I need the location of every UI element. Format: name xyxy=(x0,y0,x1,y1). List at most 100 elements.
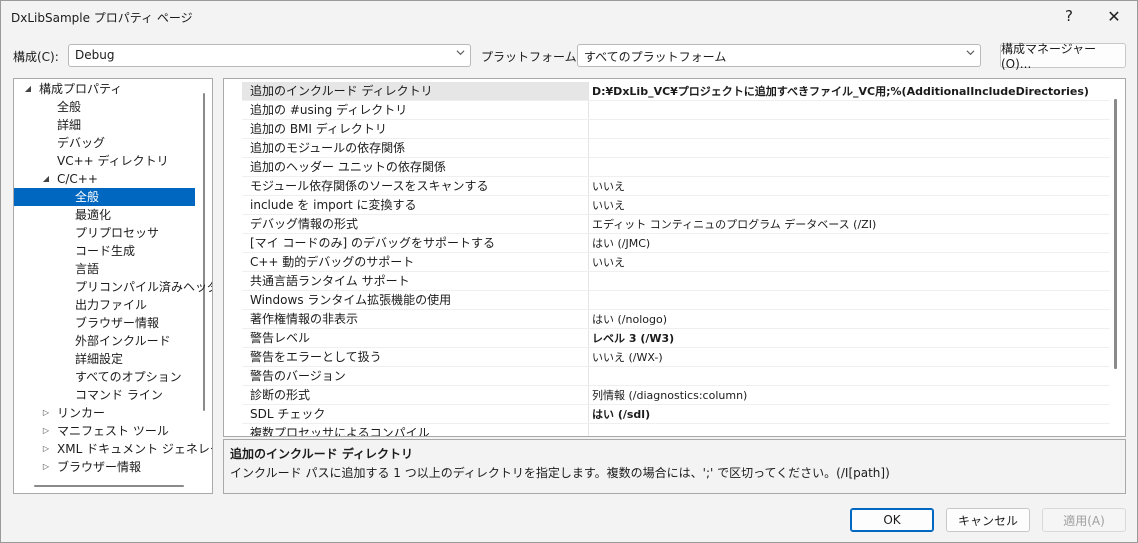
property-row[interactable]: デバッグ情報の形式 エディット コンティニュのプログラム データベース (/ZI) xyxy=(224,215,1110,234)
expand-icon[interactable]: ▷ xyxy=(41,440,51,458)
property-tree: ◢ 構成プロパティ 全般 詳細 デバッグ VC++ ディレクトリ ◢ C/C++ 全般 最適化 プリ… xyxy=(13,78,213,494)
apply-button[interactable]: 適用(A) xyxy=(1042,508,1126,532)
property-value[interactable]: はい (/sdl) xyxy=(588,405,1110,424)
tree-item-label: すべてのオプション xyxy=(75,370,182,384)
window-title: DxLibSample プロパティ ページ xyxy=(11,11,193,25)
tree-item[interactable]: ◢ C/C++ xyxy=(14,170,195,188)
property-name: 複数プロセッサによるコンパイル xyxy=(250,426,430,437)
tree-item[interactable]: ▷ ブラウザー情報 xyxy=(14,458,195,476)
property-row[interactable]: include を import に変換する いいえ xyxy=(224,196,1110,215)
tree-item[interactable]: プリコンパイル済みヘッダー xyxy=(14,278,212,296)
property-row[interactable]: [マイ コードのみ] のデバッグをサポートする はい (/JMC) xyxy=(224,234,1110,253)
property-value[interactable] xyxy=(588,291,1110,310)
tree-item-label: XML ドキュメント ジェネレーター xyxy=(57,442,212,456)
chevron-down-icon xyxy=(456,50,465,56)
property-row[interactable]: 警告のバージョン xyxy=(224,367,1110,386)
property-value[interactable] xyxy=(588,424,1110,436)
property-row[interactable]: 警告をエラーとして扱う いいえ (/WX-) xyxy=(224,348,1110,367)
property-name: SDL チェック xyxy=(250,407,326,421)
property-value[interactable]: いいえ xyxy=(588,177,1110,196)
property-value[interactable]: いいえ (/WX-) xyxy=(588,348,1110,367)
collapse-icon[interactable]: ◢ xyxy=(41,170,51,188)
property-row[interactable]: 追加のモジュールの依存関係 xyxy=(224,139,1110,158)
property-row[interactable]: 警告レベル レベル 3 (/W3) xyxy=(224,329,1110,348)
tree-vertical-scrollbar[interactable] xyxy=(203,93,205,411)
expand-icon[interactable]: ▷ xyxy=(41,422,51,440)
property-value[interactable]: はい (/JMC) xyxy=(588,234,1110,253)
property-value[interactable] xyxy=(588,101,1110,120)
tree-item[interactable]: 最適化 xyxy=(14,206,195,224)
property-row[interactable]: 追加の #using ディレクトリ xyxy=(224,101,1110,120)
property-name: 追加のインクルード ディレクトリ xyxy=(242,82,588,101)
tree-item[interactable]: ◢ 構成プロパティ xyxy=(14,80,195,98)
tree-item[interactable]: プリプロセッサ xyxy=(14,224,195,242)
tree-item[interactable]: ▷ マニフェスト ツール xyxy=(14,422,195,440)
property-value[interactable] xyxy=(588,139,1110,158)
property-name: 追加のヘッダー ユニットの依存関係 xyxy=(250,160,446,174)
property-value[interactable]: はい (/nologo) xyxy=(588,310,1110,329)
tree-item[interactable]: 全般 xyxy=(14,188,195,206)
grid-vertical-scrollbar[interactable] xyxy=(1114,99,1117,369)
help-button[interactable]: ? xyxy=(1046,1,1092,31)
cancel-button[interactable]: キャンセル xyxy=(946,508,1030,532)
property-value[interactable]: D:¥DxLib_VC¥プロジェクトに追加すべきファイル_VC用;%(Addit… xyxy=(588,82,1110,101)
property-value[interactable]: いいえ xyxy=(588,196,1110,215)
property-name: 追加のモジュールの依存関係 xyxy=(250,141,406,155)
property-row[interactable]: 追加のヘッダー ユニットの依存関係 xyxy=(224,158,1110,177)
configuration-manager-button[interactable]: 構成マネージャー(O)... xyxy=(1000,42,1126,71)
tree-item[interactable]: 詳細設定 xyxy=(14,350,195,368)
property-value[interactable]: レベル 3 (/W3) xyxy=(588,329,1110,348)
expand-icon[interactable]: ▷ xyxy=(41,458,51,476)
tree-item-label: リンカー xyxy=(57,406,106,420)
expand-icon[interactable]: ▷ xyxy=(41,404,51,422)
tree-item[interactable]: コード生成 xyxy=(14,242,195,260)
tree-item[interactable]: 外部インクルード xyxy=(14,332,195,350)
tree-item[interactable]: ▷ XML ドキュメント ジェネレーター xyxy=(14,440,212,458)
ok-button[interactable]: OK xyxy=(850,508,934,532)
property-value[interactable] xyxy=(588,367,1110,386)
property-row[interactable]: SDL チェック はい (/sdl) xyxy=(224,405,1110,424)
tree-item[interactable]: ▷ リンカー xyxy=(14,404,195,422)
property-row[interactable]: 著作権情報の非表示 はい (/nologo) xyxy=(224,310,1110,329)
tree-item-label: デバッグ xyxy=(57,136,106,150)
close-button[interactable]: ✕ xyxy=(1091,1,1137,31)
tree-item[interactable]: 詳細 xyxy=(14,116,195,134)
platform-combo[interactable]: すべてのプラットフォーム xyxy=(577,44,981,67)
tree-item[interactable]: すべてのオプション xyxy=(14,368,195,386)
tree-item[interactable]: ブラウザー情報 xyxy=(14,314,195,332)
chevron-down-icon xyxy=(966,50,975,56)
property-row[interactable]: 診断の形式 列情報 (/diagnostics:column) xyxy=(224,386,1110,405)
property-name: 共通言語ランタイム サポート xyxy=(250,274,410,288)
property-row[interactable]: 複数プロセッサによるコンパイル xyxy=(224,424,1110,437)
tree-item-label: コード生成 xyxy=(75,244,136,258)
tree-horizontal-scrollbar[interactable] xyxy=(34,485,184,487)
tree-item-label: 全般 xyxy=(57,100,82,114)
tree-item[interactable]: 言語 xyxy=(14,260,195,278)
close-icon: ✕ xyxy=(1107,6,1121,26)
tree-item-label: プリプロセッサ xyxy=(75,226,160,240)
tree-item-label: 構成プロパティ xyxy=(39,82,123,96)
collapse-icon[interactable]: ◢ xyxy=(23,80,33,98)
property-row[interactable]: 追加の BMI ディレクトリ xyxy=(224,120,1110,139)
property-name: C++ 動的デバッグのサポート xyxy=(250,255,415,269)
tree-item[interactable]: 全般 xyxy=(14,98,195,116)
tree-item[interactable]: コマンド ライン xyxy=(14,386,195,404)
tree-item[interactable]: デバッグ xyxy=(14,134,195,152)
property-row[interactable]: Windows ランタイム拡張機能の使用 xyxy=(224,291,1110,310)
title-bar: DxLibSample プロパティ ページ ? ✕ xyxy=(1,1,1137,33)
tree-item[interactable]: 出力ファイル xyxy=(14,296,195,314)
property-name: デバッグ情報の形式 xyxy=(250,217,359,231)
tree-item[interactable]: VC++ ディレクトリ xyxy=(14,152,195,170)
property-row[interactable]: 共通言語ランタイム サポート xyxy=(224,272,1110,291)
property-value[interactable] xyxy=(588,272,1110,291)
property-row[interactable]: C++ 動的デバッグのサポート いいえ xyxy=(224,253,1110,272)
property-value[interactable]: エディット コンティニュのプログラム データベース (/ZI) xyxy=(588,215,1110,234)
property-grid: 追加のインクルード ディレクトリ D:¥DxLib_VC¥プロジェクトに追加すべき… xyxy=(223,78,1126,437)
property-value[interactable]: いいえ xyxy=(588,253,1110,272)
property-row[interactable]: 追加のインクルード ディレクトリ D:¥DxLib_VC¥プロジェクトに追加すべき… xyxy=(224,82,1110,101)
configuration-combo[interactable]: Debug xyxy=(68,44,471,67)
property-value[interactable]: 列情報 (/diagnostics:column) xyxy=(588,386,1110,405)
property-value[interactable] xyxy=(588,120,1110,139)
property-row[interactable]: モジュール依存関係のソースをスキャンする いいえ xyxy=(224,177,1110,196)
property-value[interactable] xyxy=(588,158,1110,177)
